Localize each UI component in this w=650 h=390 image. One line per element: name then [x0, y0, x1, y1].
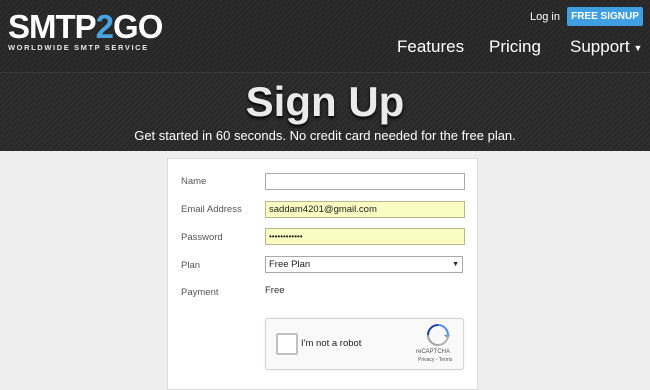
plan-selected-value: Free Plan — [269, 259, 311, 270]
nav-support[interactable]: Support ▼ — [570, 37, 642, 57]
plan-select[interactable]: Free Plan ▼ — [265, 256, 463, 273]
page-title: Sign Up — [245, 78, 405, 125]
recaptcha-privacy-terms[interactable]: Privacy - Terms — [418, 357, 452, 363]
logo-tagline: WORLDWIDE SMTP SERVICE — [8, 43, 149, 52]
logo-wordmark: SMTP2GO — [8, 8, 163, 45]
payment-value: Free — [265, 285, 285, 296]
nav-support-label: Support — [570, 37, 630, 56]
payment-label: Payment — [181, 287, 219, 298]
name-input[interactable] — [265, 173, 465, 190]
free-signup-button[interactable]: FREE SIGNUP — [567, 7, 643, 26]
logo-part-2: 2 — [95, 8, 114, 45]
logo-part-smtp: SMTP — [8, 8, 97, 45]
nav-features[interactable]: Features — [397, 37, 464, 57]
smtp2go-logo[interactable]: SMTP2GO WORLDWIDE SMTP SERVICE — [8, 8, 163, 53]
nav-pricing[interactable]: Pricing — [489, 37, 541, 57]
password-label: Password — [181, 232, 223, 243]
recaptcha-brand: reCAPTCHA — [416, 349, 451, 355]
chevron-down-icon: ▼ — [633, 42, 643, 53]
logo-part-go: GO — [113, 8, 163, 45]
recaptcha-checkbox[interactable] — [276, 333, 298, 355]
plan-label: Plan — [181, 260, 201, 271]
name-label: Name — [181, 176, 207, 187]
recaptcha-widget: I'm not a robot reCAPTCHA Privacy - Term… — [265, 318, 464, 370]
password-input[interactable]: •••••••••••• — [265, 228, 465, 245]
dropdown-arrow-icon: ▼ — [452, 261, 459, 268]
email-input[interactable]: saddam4201@gmail.com — [265, 201, 465, 218]
recaptcha-logo-icon — [427, 324, 450, 346]
recaptcha-label: I'm not a robot — [301, 338, 362, 349]
page-subtitle: Get started in 60 seconds. No credit car… — [134, 128, 516, 143]
login-link[interactable]: Log in — [530, 11, 560, 23]
email-label: Email Address — [181, 204, 242, 215]
